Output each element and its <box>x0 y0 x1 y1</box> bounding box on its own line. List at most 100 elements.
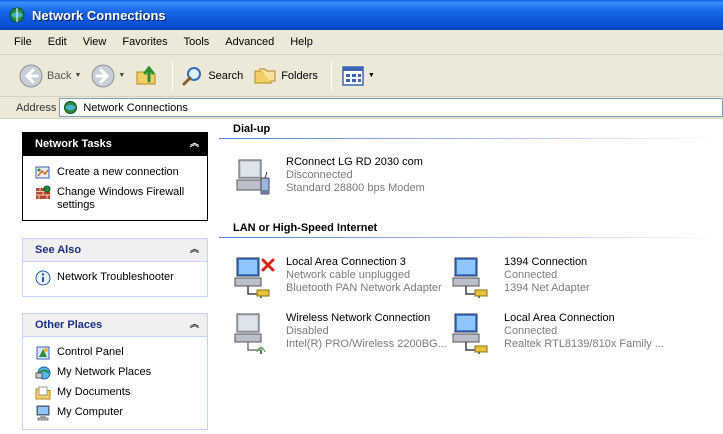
see-also-title: See Also <box>35 244 82 256</box>
place-my-documents[interactable]: My Documents <box>35 385 207 405</box>
task-label: Change Windows Firewall settings <box>57 186 185 211</box>
up-folder-icon <box>136 65 156 84</box>
network-tasks-header[interactable]: Network Tasks ︽ <box>22 132 208 156</box>
back-label: Back <box>47 69 72 82</box>
connection-status: Connected <box>504 325 558 337</box>
control-panel-icon <box>36 346 50 360</box>
task-pane: Network Tasks ︽ Create a new connection … <box>0 120 219 434</box>
views-dropdown-icon[interactable]: ▼ <box>368 72 375 79</box>
info-icon <box>35 270 51 286</box>
network-connections-icon <box>9 7 25 23</box>
toolbar-separator <box>330 60 332 91</box>
lan-connected-icon <box>452 313 488 354</box>
task-change-firewall[interactable]: Change Windows Firewall settings <box>35 185 207 212</box>
address-value: Network Connections <box>83 101 188 114</box>
menu-help[interactable]: Help <box>289 34 314 50</box>
up-folder-button[interactable] <box>132 60 162 92</box>
connection-lan[interactable]: Local Area Connection Connected Realtek … <box>451 312 666 356</box>
collapse-chevron-icon[interactable]: ︽ <box>188 138 201 151</box>
folders-button[interactable]: Folders <box>250 60 321 92</box>
menu-bar: File Edit View Favorites Tools Advanced … <box>0 30 723 55</box>
connection-status: Disconnected <box>286 169 353 181</box>
place-label: My Network Places <box>57 366 152 378</box>
firewall-icon <box>36 185 51 199</box>
group-divider <box>219 237 723 238</box>
connection-1394[interactable]: 1394 Connection Connected 1394 Net Adapt… <box>451 256 666 300</box>
connection-device: 1394 Net Adapter <box>504 282 590 294</box>
connection-name: Wireless Network Connection <box>286 312 431 324</box>
task-create-connection[interactable]: Create a new connection <box>35 165 207 185</box>
place-control-panel[interactable]: Control Panel <box>35 345 207 365</box>
other-places-panel: Other Places ︽ Control Panel My Network … <box>22 313 208 430</box>
back-dropdown-icon[interactable]: ▼ <box>74 72 81 79</box>
place-network-places[interactable]: My Network Places <box>35 365 207 385</box>
search-button[interactable]: Search <box>179 60 246 92</box>
group-header-lan: LAN or High-Speed Internet <box>233 222 378 234</box>
network-places-icon <box>35 366 51 380</box>
back-button[interactable]: Back ▼ <box>16 60 84 92</box>
place-label: My Documents <box>57 386 131 398</box>
menu-file[interactable]: File <box>13 34 33 50</box>
modem-connection-icon <box>236 159 270 195</box>
views-icon <box>342 65 364 86</box>
toolbar-separator <box>172 60 174 91</box>
connection-device: Realtek RTL8139/810x Family ... <box>504 338 664 350</box>
search-label: Search <box>208 69 244 82</box>
folders-label: Folders <box>281 69 318 82</box>
task-label: Create a new connection <box>57 166 179 178</box>
connection-status: Connected <box>504 269 558 281</box>
connection-name: 1394 Connection <box>504 256 588 268</box>
menu-tools[interactable]: Tools <box>183 34 211 50</box>
search-icon <box>182 66 202 85</box>
my-documents-icon <box>35 386 51 400</box>
menu-favorites[interactable]: Favorites <box>121 34 168 50</box>
other-places-header[interactable]: Other Places ︽ <box>22 313 208 337</box>
collapse-chevron-icon[interactable]: ︽ <box>188 244 201 257</box>
connection-device: Standard 28800 bps Modem <box>286 182 425 194</box>
other-places-title: Other Places <box>35 319 103 331</box>
wireless-disabled-icon <box>234 313 266 354</box>
address-label: Address <box>16 101 57 114</box>
connection-status: Network cable unplugged <box>286 269 411 281</box>
connection-name: Local Area Connection 3 <box>286 256 406 268</box>
group-header-dialup: Dial-up <box>233 123 271 135</box>
place-label: My Computer <box>57 406 124 418</box>
network-tasks-panel: Network Tasks ︽ Create a new connection … <box>22 132 208 221</box>
place-label: Control Panel <box>57 346 124 358</box>
network-connections-icon <box>64 101 78 114</box>
link-label: Network Troubleshooter <box>57 271 174 283</box>
connection-rconnect[interactable]: RConnect LG RD 2030 com Disconnected Sta… <box>233 156 493 200</box>
forward-button[interactable]: ▼ <box>88 60 128 92</box>
toolbar: Back ▼ ▼ Search Folders ▼ <box>0 55 723 97</box>
link-network-troubleshooter[interactable]: Network Troubleshooter <box>35 270 207 290</box>
folders-icon <box>254 68 276 83</box>
connection-status: Disabled <box>286 325 329 337</box>
connections-view: Dial-up RConnect LG RD 2030 com Disconne… <box>219 120 723 434</box>
network-tasks-title: Network Tasks <box>35 138 112 150</box>
lan-unplugged-icon <box>234 257 275 298</box>
window-title: Network Connections <box>32 7 166 23</box>
menu-advanced[interactable]: Advanced <box>224 34 275 50</box>
connection-name: RConnect LG RD 2030 com <box>286 156 423 168</box>
lan-connected-icon <box>452 257 488 298</box>
title-bar[interactable]: Network Connections <box>0 0 723 30</box>
address-bar: Address Network Connections <box>0 97 723 119</box>
menu-view[interactable]: View <box>82 34 108 50</box>
place-my-computer[interactable]: My Computer <box>35 405 207 425</box>
menu-edit[interactable]: Edit <box>47 34 68 50</box>
views-button[interactable]: ▼ <box>338 60 378 92</box>
connection-wireless[interactable]: Wireless Network Connection Disabled Int… <box>233 312 448 356</box>
forward-dropdown-icon[interactable]: ▼ <box>118 72 125 79</box>
connection-name: Local Area Connection <box>504 312 615 324</box>
new-connection-icon <box>35 166 50 179</box>
address-input[interactable]: Network Connections <box>59 98 723 117</box>
my-computer-icon <box>36 405 50 421</box>
forward-arrow-icon <box>91 64 115 87</box>
see-also-header[interactable]: See Also ︽ <box>22 238 208 262</box>
see-also-panel: See Also ︽ Network Troubleshooter <box>22 238 208 297</box>
collapse-chevron-icon[interactable]: ︽ <box>188 319 201 332</box>
connection-device: Bluetooth PAN Network Adapter <box>286 282 442 294</box>
back-arrow-icon <box>19 64 43 87</box>
connection-lan3[interactable]: Local Area Connection 3 Network cable un… <box>233 256 448 300</box>
connection-device: Intel(R) PRO/Wireless 2200BG... <box>286 338 447 350</box>
